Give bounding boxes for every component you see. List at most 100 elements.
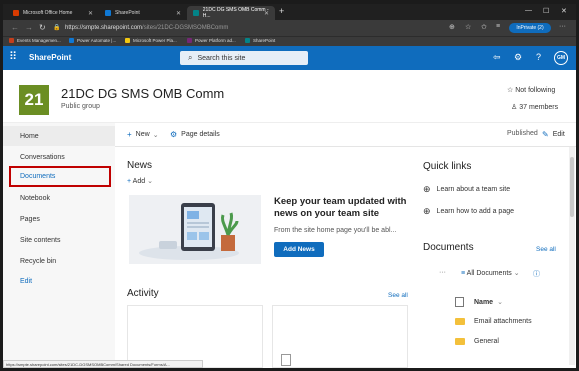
activity-see-all-link[interactable]: See all: [388, 292, 408, 299]
office-icon: [13, 10, 19, 16]
zoom-icon[interactable]: ⊕: [449, 23, 455, 31]
favorite-label: Events Managemen...: [17, 38, 61, 43]
tab-sharepoint[interactable]: SharePoint ✕: [99, 6, 187, 20]
tab-site-home[interactable]: 21DC DG SMS OMB Comm - H... ✕: [187, 6, 275, 20]
add-news-menu[interactable]: + Add ⌄: [127, 177, 153, 185]
chevron-down-icon: ⌄: [497, 299, 503, 306]
favorite-events[interactable]: Events Managemen...: [9, 38, 61, 43]
nav-item-notebook[interactable]: Notebook: [3, 188, 115, 208]
forward-icon[interactable]: →: [25, 23, 33, 32]
quicklink-label: Learn how to add a page: [436, 208, 514, 215]
favorite-power-platform[interactable]: Microsoft Power Pla...: [125, 38, 177, 43]
quicklink-label: Learn about a team site: [436, 186, 511, 193]
news-heading: Keep your team updated with news on your…: [274, 196, 407, 219]
nav-item-home[interactable]: Home: [3, 126, 115, 146]
new-button[interactable]: + New ⌄: [127, 130, 159, 139]
nav-edit-link[interactable]: Edit: [3, 271, 115, 291]
favorite-sharepoint[interactable]: SharePoint: [245, 38, 275, 43]
new-tab-button[interactable]: +: [279, 6, 284, 16]
search-placeholder: Search this site: [197, 54, 246, 62]
view-label: All Documents: [466, 270, 512, 277]
search-input[interactable]: ⌕ Search this site: [180, 51, 308, 65]
activity-title: Activity: [127, 288, 159, 299]
quicklink-item[interactable]: ⊕ Learn how to add a page: [423, 206, 514, 217]
refresh-icon[interactable]: ↻: [39, 23, 46, 32]
view-selector[interactable]: ≡ All Documents ⌄: [461, 269, 520, 277]
members-button[interactable]: ♙ 37 members: [511, 103, 558, 111]
column-header-name[interactable]: Name ⌄: [455, 297, 503, 307]
star-icon: ☆: [507, 87, 516, 94]
command-bar: + New ⌄ ⚙ Page details Published ✎ Edit: [115, 123, 576, 147]
documents-see-all-link[interactable]: See all: [536, 246, 556, 253]
favorite-label: Power Automate |...: [77, 38, 117, 43]
back-icon[interactable]: ←: [11, 23, 19, 32]
bookmark-icon: [245, 38, 250, 43]
megaphone-icon[interactable]: ⇦: [493, 52, 501, 63]
app-name[interactable]: SharePoint: [29, 53, 71, 62]
sharepoint-icon: [193, 10, 199, 16]
nav-item-recycle-bin[interactable]: Recycle bin: [3, 251, 115, 271]
activity-card[interactable]: [272, 305, 408, 368]
folder-icon: [455, 338, 465, 345]
favorite-label: Power Platform ad...: [195, 38, 236, 43]
favorites-icon[interactable]: ≡: [496, 23, 500, 30]
add-news-button[interactable]: Add News: [274, 242, 324, 257]
nav-item-site-contents[interactable]: Site contents: [3, 230, 115, 250]
favorite-power-platform-admin[interactable]: Power Platform ad...: [187, 38, 236, 43]
close-icon[interactable]: ✕: [264, 10, 269, 17]
follow-label: Not following: [515, 87, 556, 94]
maximize-icon[interactable]: ☐: [543, 7, 549, 15]
minimize-icon[interactable]: —: [525, 7, 532, 14]
more-icon[interactable]: ···: [559, 23, 566, 30]
site-header: 21 21DC DG SMS OMB Comm Public group ☆ N…: [3, 70, 576, 123]
address-bar: ← → ↻ 🔒 https://smpte.sharepoint.com/sit…: [3, 20, 576, 36]
help-icon[interactable]: ?: [536, 52, 541, 62]
more-options-icon[interactable]: ···: [439, 269, 446, 276]
scrollbar-thumb[interactable]: [570, 157, 574, 217]
inprivate-label: InPrivate (2): [516, 25, 544, 31]
quicklink-item[interactable]: ⊕ Learn about a team site: [423, 184, 510, 195]
add-label: Add: [132, 178, 146, 185]
nav-item-conversations[interactable]: Conversations: [3, 147, 115, 167]
page-details-button[interactable]: ⚙ Page details: [170, 130, 220, 139]
news-title: News: [127, 160, 153, 171]
members-label: 37 members: [519, 104, 559, 111]
new-label: New: [135, 131, 150, 138]
url-field[interactable]: https://smpte.sharepoint.com/sites/21DC-…: [65, 23, 228, 33]
collections-icon[interactable]: ✩: [481, 23, 487, 31]
chevron-down-icon: ⌄: [511, 270, 520, 277]
url-path: /sites/21DC-DGSMSOMBComm: [142, 25, 229, 31]
inprivate-badge[interactable]: InPrivate (2): [509, 23, 551, 33]
chevron-down-icon: ⌄: [145, 178, 153, 185]
site-title[interactable]: 21DC DG SMS OMB Comm: [61, 86, 224, 101]
browser-window: Microsoft Office Home ✕ SharePoint ✕ 21D…: [3, 4, 576, 368]
list-item[interactable]: General: [455, 338, 499, 345]
list-item[interactable]: Email attachments: [455, 318, 532, 325]
site-logo[interactable]: 21: [19, 85, 49, 115]
globe-icon: ⊕: [423, 206, 431, 216]
column-name-label: Name: [474, 298, 494, 306]
nav-item-documents[interactable]: Documents: [9, 166, 111, 187]
avatar[interactable]: GM: [554, 51, 568, 65]
nav-item-pages[interactable]: Pages: [3, 209, 115, 229]
follow-button[interactable]: ☆ Not following: [507, 86, 555, 94]
quicklinks-title: Quick links: [423, 161, 472, 172]
close-icon[interactable]: ✕: [176, 10, 181, 17]
chevron-down-icon: ⌄: [152, 131, 159, 139]
app-launcher-icon[interactable]: ⠿: [9, 51, 21, 63]
gear-icon[interactable]: ⚙: [514, 52, 522, 63]
tab-title: Microsoft Office Home: [23, 10, 73, 16]
close-icon[interactable]: ✕: [88, 10, 93, 17]
activity-card[interactable]: [127, 305, 263, 368]
tablet-illustration-icon: [139, 203, 239, 260]
edit-page-button[interactable]: ✎ Edit: [542, 130, 565, 139]
favorite-power-automate[interactable]: Power Automate |...: [69, 38, 116, 43]
close-window-icon[interactable]: ✕: [561, 7, 567, 15]
tab-bar: Microsoft Office Home ✕ SharePoint ✕ 21D…: [3, 4, 576, 20]
page-scrollbar[interactable]: [569, 147, 575, 365]
lock-icon: 🔒: [53, 25, 61, 31]
favorite-star-icon[interactable]: ☆: [465, 23, 471, 31]
tab-office-home[interactable]: Microsoft Office Home ✕: [7, 6, 99, 20]
info-icon[interactable]: ⓘ: [533, 269, 540, 279]
bookmark-icon: [9, 38, 14, 43]
